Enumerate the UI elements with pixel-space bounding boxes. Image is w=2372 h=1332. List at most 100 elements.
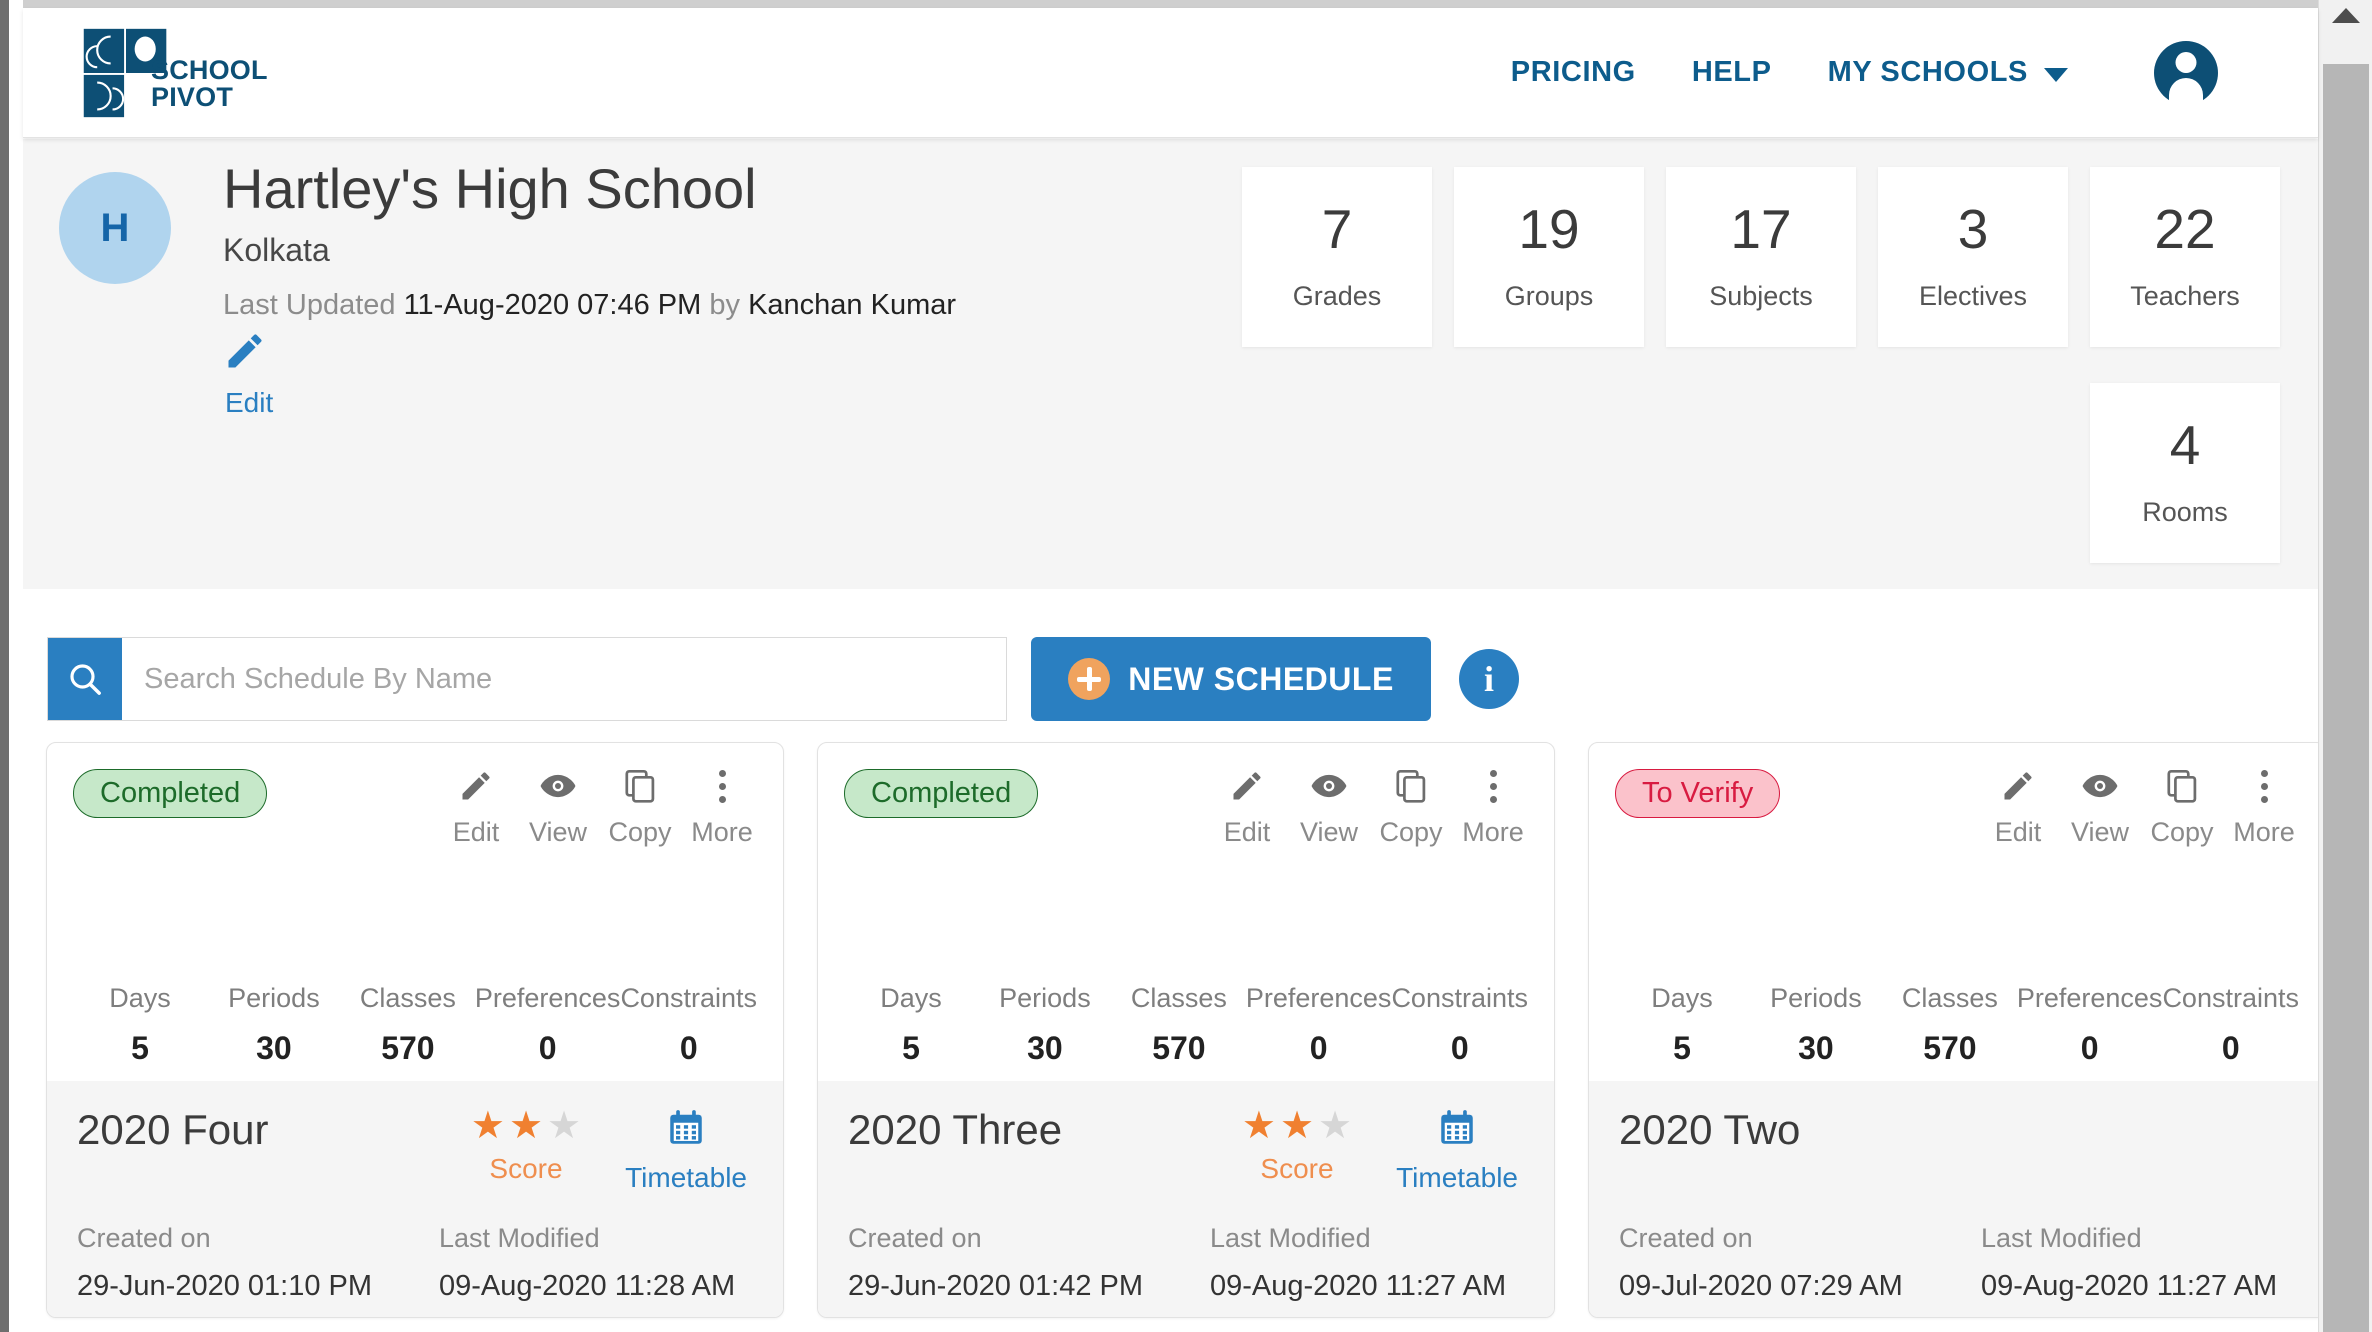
edit-school-button[interactable]: Edit	[223, 329, 273, 419]
eye-icon	[2081, 765, 2119, 807]
schedule-card-bottom: 2020 Two Created on 09-Jul-2020 07:29 AM…	[1589, 1081, 2325, 1317]
view-action-button[interactable]: View	[1288, 765, 1370, 848]
status-badge: Completed	[844, 769, 1039, 818]
metric-value: 5	[1673, 1030, 1691, 1066]
schedule-metrics: Days 5 Periods 30 Classes 570 Preference…	[844, 983, 1528, 1067]
star-icon: ★	[547, 1105, 582, 1147]
nav-link-pricing[interactable]: PRICING	[1511, 56, 1636, 89]
metric-value: 0	[2080, 1030, 2099, 1066]
metric-constraints: Constraints 0	[1391, 983, 1528, 1067]
more-action-button[interactable]: More	[1452, 765, 1534, 848]
view-action-button[interactable]: View	[2059, 765, 2141, 848]
school-city: Kolkata	[223, 232, 330, 269]
metric-value: 30	[1798, 1030, 1834, 1066]
top-navbar: SCHOOL PIVOT PRICING HELP MY SCHOOLS	[23, 8, 2318, 138]
schedule-card-top: Completed Edit View Copy More Days 5 Per…	[818, 743, 1554, 1081]
edit-action-label: Edit	[1223, 817, 1271, 847]
scroll-up-arrow-icon[interactable]	[2331, 8, 2360, 23]
metric-preferences: Preferences 0	[1246, 983, 1392, 1067]
view-action-label: View	[528, 817, 588, 847]
metric-periods: Periods 30	[1749, 983, 1883, 1067]
last-modified-label: Last Modified	[1981, 1223, 2142, 1253]
page-scrollbar[interactable]	[2318, 0, 2372, 1332]
copy-action-button[interactable]: Copy	[1370, 765, 1452, 848]
copy-action-button[interactable]: Copy	[2141, 765, 2223, 848]
schedule-card[interactable]: Completed Edit View Copy More Days 5 Per…	[46, 742, 784, 1318]
edit-action-button[interactable]: Edit	[1206, 765, 1288, 848]
score-button[interactable]: ★ ★ ★ Score	[471, 1107, 581, 1194]
more-action-button[interactable]: More	[681, 765, 763, 848]
metric-label: Days	[1651, 983, 1713, 1013]
school-stats-row: 7 Grades 19 Groups 17 Subjects 3 Electiv…	[1242, 167, 2280, 347]
school-avatar: H	[59, 172, 171, 284]
stat-card-groups: 19 Groups	[1454, 167, 1644, 347]
last-updated-line: Last Updated 11-Aug-2020 07:46 PM by Kan…	[223, 289, 956, 322]
metric-label: Constraints	[1391, 983, 1528, 1013]
stat-label: Rooms	[2142, 497, 2228, 527]
timetable-button[interactable]: Timetable	[625, 1107, 747, 1194]
metric-label: Periods	[228, 983, 320, 1013]
schedule-title: 2020 Four	[77, 1106, 269, 1153]
created-on-label: Created on	[77, 1223, 211, 1253]
score-button[interactable]: ★ ★ ★ Score	[1242, 1107, 1352, 1194]
nav-link-help[interactable]: HELP	[1692, 56, 1772, 89]
stat-label: Grades	[1292, 281, 1382, 311]
search-icon[interactable]	[48, 638, 122, 720]
last-modified-block: Last Modified 09-Aug-2020 11:28 AM	[415, 1223, 753, 1303]
view-action-label: View	[2070, 817, 2130, 847]
stat-value: 19	[1518, 198, 1580, 260]
metric-periods: Periods 30	[978, 983, 1112, 1067]
star-icon: ★	[1241, 1105, 1276, 1147]
created-on-block: Created on 29-Jun-2020 01:42 PM	[848, 1223, 1186, 1303]
window-left-border	[0, 0, 9, 1332]
chevron-down-icon	[2044, 67, 2068, 82]
schedule-card[interactable]: To Verify Edit View Copy More Days 5 Per…	[1588, 742, 2326, 1318]
scrollbar-thumb[interactable]	[2323, 64, 2369, 1332]
schedule-card[interactable]: Completed Edit View Copy More Days 5 Per…	[817, 742, 1555, 1318]
logo-text-line2: PIVOT	[151, 81, 234, 112]
timetable-button[interactable]: Timetable	[1396, 1107, 1518, 1194]
view-action-button[interactable]: View	[517, 765, 599, 848]
schedule-score-timetable: ★ ★ ★ Score Timetable	[471, 1107, 753, 1194]
last-updated-by-prefix: by	[709, 289, 740, 322]
logo[interactable]: SCHOOL PIVOT	[78, 24, 268, 122]
metric-value: 570	[381, 1030, 435, 1066]
copy-action-button[interactable]: Copy	[599, 765, 681, 848]
info-icon[interactable]: i	[1459, 649, 1519, 709]
more-action-label: More	[691, 817, 753, 847]
created-on-label: Created on	[848, 1223, 982, 1253]
created-on-label: Created on	[1619, 1223, 1753, 1253]
new-schedule-button[interactable]: NEW SCHEDULE	[1031, 637, 1431, 721]
edit-action-button[interactable]: Edit	[435, 765, 517, 848]
school-stats-row-2: 4 Rooms	[2090, 383, 2280, 563]
user-account-icon[interactable]	[2154, 40, 2218, 105]
metric-value: 570	[1152, 1030, 1206, 1066]
schedule-dates: Created on 29-Jun-2020 01:42 PM Last Mod…	[848, 1223, 1524, 1303]
metric-label: Preferences	[1245, 983, 1392, 1013]
copy-icon	[622, 765, 658, 807]
nav-link-my-schools[interactable]: MY SCHOOLS	[1828, 56, 2068, 89]
schedule-card-top: Completed Edit View Copy More Days 5 Per…	[47, 743, 783, 1081]
metric-value: 0	[1450, 1030, 1469, 1066]
created-on-value: 09-Jul-2020 07:29 AM	[1619, 1270, 1903, 1302]
app-viewport: SCHOOL PIVOT PRICING HELP MY SCHOOLS H H…	[0, 0, 2372, 1332]
star-icon: ★	[508, 1105, 544, 1147]
kebab-menu-icon	[2260, 765, 2268, 807]
status-badge: Completed	[73, 769, 268, 818]
stat-card-grades: 7 Grades	[1242, 167, 1432, 347]
metric-preferences: Preferences 0	[2017, 983, 2163, 1067]
kebab-menu-icon	[718, 765, 726, 807]
more-action-button[interactable]: More	[2223, 765, 2305, 848]
edit-action-button[interactable]: Edit	[1977, 765, 2059, 848]
last-updated-prefix: Last Updated	[223, 289, 396, 322]
calendar-icon	[1436, 1107, 1478, 1154]
metric-label: Days	[880, 983, 942, 1013]
stat-card-subjects: 17 Subjects	[1666, 167, 1856, 347]
search-input[interactable]	[122, 638, 1006, 720]
status-badge: To Verify	[1615, 769, 1781, 818]
stat-value: 22	[2154, 198, 2216, 260]
star-icon: ★	[1279, 1105, 1315, 1147]
metric-value: 0	[2221, 1030, 2240, 1066]
stat-value: 4	[2169, 414, 2201, 476]
stat-card-teachers: 22 Teachers	[2090, 167, 2280, 347]
